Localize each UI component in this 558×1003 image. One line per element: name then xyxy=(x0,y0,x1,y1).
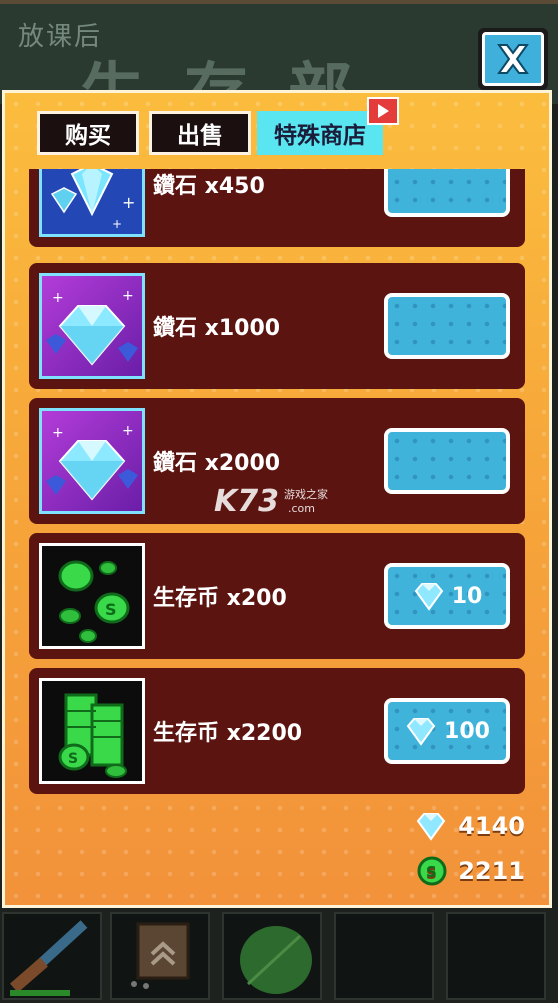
list-item: S 生存币 x200 10 xyxy=(29,533,525,659)
diamond-icon xyxy=(406,718,436,746)
item-name: 鑽石 x450 xyxy=(153,174,265,199)
k73-watermark: K73 游戏之家 .com xyxy=(214,484,328,519)
inventory-slot[interactable] xyxy=(110,912,210,1000)
price-label: 100 xyxy=(444,718,490,744)
inventory-slot[interactable] xyxy=(222,912,322,1000)
svg-text:+: + xyxy=(122,288,134,304)
buy-button[interactable]: 10 xyxy=(384,563,510,629)
diamond-icon xyxy=(414,583,443,611)
buy-button[interactable]: 100 xyxy=(384,698,510,764)
tab-special-shop-label: 特殊商店 xyxy=(274,123,366,149)
video-ad-badge[interactable] xyxy=(367,97,399,125)
svg-text:+: + xyxy=(52,290,64,306)
tab-special-shop[interactable]: 特殊商店 xyxy=(257,111,383,155)
coin-count: 2211 xyxy=(458,857,525,885)
diamond-pile-icon: + + xyxy=(39,408,145,514)
diamond-pile-icon: + + xyxy=(39,273,145,379)
inventory-slot[interactable] xyxy=(334,912,434,1000)
svg-text:S: S xyxy=(426,863,437,881)
chalkboard-background: 放课后 生存部 xyxy=(0,0,558,131)
green-coins-icon: S xyxy=(39,543,145,649)
price-label: 10 xyxy=(451,583,483,609)
tab-buy-label: 购买 xyxy=(65,123,111,149)
tab-sell[interactable]: 出售 xyxy=(149,111,251,155)
watermark-tagline: 游戏之家 xyxy=(284,488,328,501)
list-item: + + + 鑽石 x450 xyxy=(29,169,525,247)
coin-balance: S 2211 xyxy=(416,855,525,887)
buy-button[interactable] xyxy=(384,293,510,359)
diamond-icon xyxy=(416,813,446,841)
item-list[interactable]: + + + 鑽石 x450 + + 鑽石 x xyxy=(29,169,529,797)
svg-text:S: S xyxy=(105,600,117,619)
svg-text:+: + xyxy=(112,217,122,231)
buy-button[interactable] xyxy=(384,169,510,217)
rifle-icon xyxy=(10,920,88,996)
leaf-icon xyxy=(240,926,312,994)
play-arrow-icon xyxy=(378,104,389,118)
inventory-slot[interactable] xyxy=(2,912,102,1000)
supply-crate-icon xyxy=(131,922,190,989)
watermark-brand: K73 xyxy=(214,484,279,519)
svg-text:+: + xyxy=(52,425,64,441)
tab-sell-label: 出售 xyxy=(177,123,223,149)
svg-text:S: S xyxy=(68,751,78,767)
list-item: S 生存币 x2200 100 xyxy=(29,668,525,794)
buy-button[interactable] xyxy=(384,428,510,494)
diamond-count: 4140 xyxy=(458,812,525,840)
diamond-stack-icon: + + + xyxy=(39,169,145,237)
close-x-icon xyxy=(497,44,529,74)
item-name: 生存币 x200 xyxy=(153,586,287,611)
item-name: 生存币 x2200 xyxy=(153,721,303,746)
green-coin-icon: S xyxy=(417,856,447,886)
svg-text:+: + xyxy=(122,423,134,439)
close-button[interactable] xyxy=(478,28,548,90)
diamond-balance: 4140 xyxy=(414,811,525,841)
list-item: + + 鑽石 x1000 xyxy=(29,263,525,389)
watermark-domain: .com xyxy=(288,502,315,515)
svg-text:+: + xyxy=(122,193,135,212)
item-name: 鑽石 x1000 xyxy=(153,316,281,341)
inventory-slot[interactable] xyxy=(446,912,546,1000)
tab-buy[interactable]: 购买 xyxy=(37,111,139,155)
green-coin-stack-icon: S xyxy=(39,678,145,784)
